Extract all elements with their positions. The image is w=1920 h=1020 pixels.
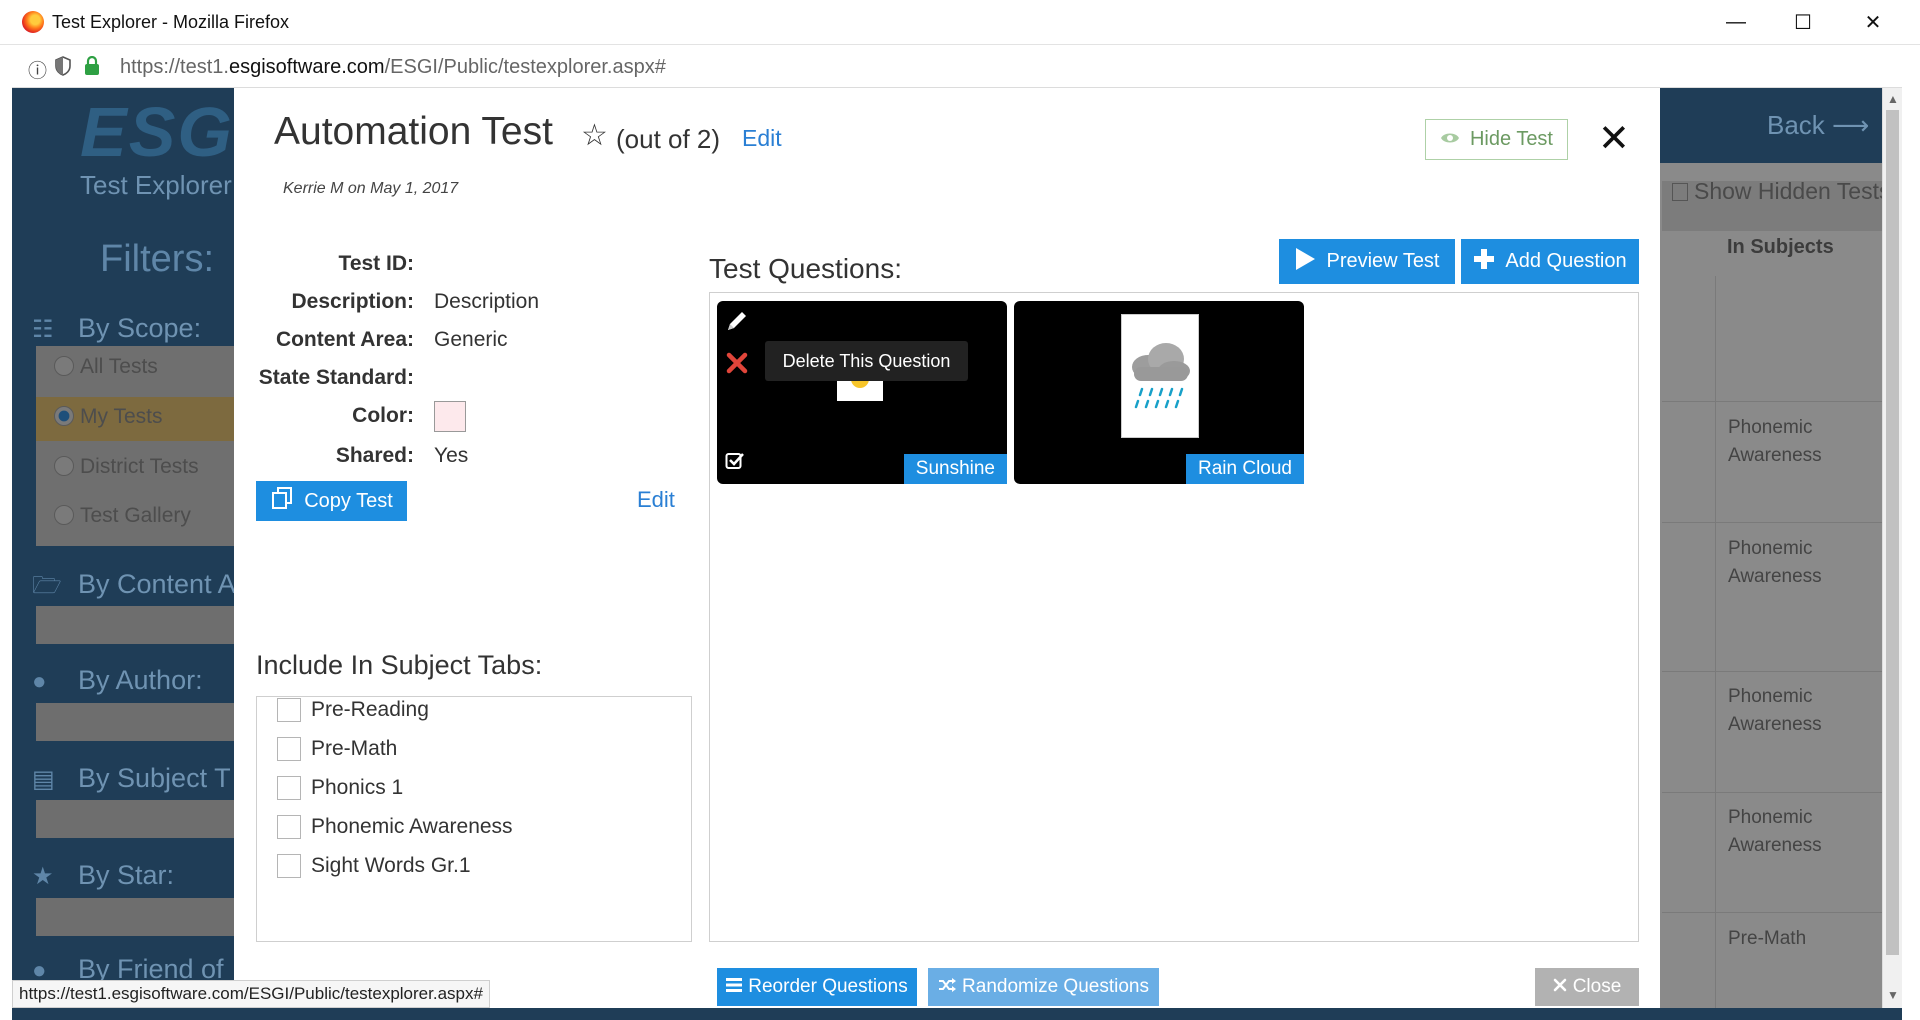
subject-checkbox-pre-math[interactable]: Pre-Math bbox=[277, 737, 397, 761]
scroll-thumb[interactable] bbox=[1886, 110, 1899, 955]
close-small-icon bbox=[1553, 976, 1567, 998]
url-text[interactable]: https://test1.esgisoftware.com/ESGI/Publ… bbox=[120, 56, 666, 79]
subject-tab-select bbox=[36, 800, 236, 838]
firefox-logo-icon bbox=[22, 11, 44, 33]
question-label: Sunshine bbox=[903, 454, 1007, 484]
test-details-modal: Automation Test ☆ (out of 2) Edit Kerrie… bbox=[234, 88, 1660, 1020]
plus-icon bbox=[1473, 248, 1495, 276]
close-modal-icon[interactable]: ✕ bbox=[1598, 120, 1630, 158]
shield-icon[interactable] bbox=[55, 56, 71, 82]
maximize-icon[interactable]: ☐ bbox=[1780, 6, 1826, 38]
bottom-strip bbox=[12, 1008, 1902, 1020]
shuffle-icon bbox=[938, 976, 957, 998]
url-bar[interactable]: ⓘ https://test1.esgisoftware.com/ESGI/Pu… bbox=[12, 46, 1902, 88]
status-bar-url: https://test1.esgisoftware.com/ESGI/Publ… bbox=[12, 980, 490, 1008]
color-swatch bbox=[434, 401, 466, 432]
in-subjects-header: In Subjects bbox=[1727, 236, 1834, 258]
table-cell-subject: Pre-Math bbox=[1728, 928, 1807, 949]
question-card[interactable]: Rain Cloud bbox=[1014, 301, 1304, 484]
reorder-questions-button[interactable]: Reorder Questions bbox=[717, 968, 917, 1006]
browser-titlebar: Test Explorer - Mozilla Firefox — ☐ ✕ bbox=[0, 0, 1920, 45]
scope-all-tests: All Tests bbox=[54, 355, 158, 379]
subject-checkbox-sight-words[interactable]: Sight Words Gr.1 bbox=[277, 854, 471, 878]
subject-checkbox-phonics-1[interactable]: Phonics 1 bbox=[277, 776, 403, 800]
description-label: Description: bbox=[291, 290, 414, 313]
content-area-select bbox=[36, 606, 236, 644]
eye-icon bbox=[1440, 128, 1460, 151]
test-id-label: Test ID: bbox=[338, 252, 414, 275]
minimize-icon[interactable]: — bbox=[1713, 6, 1759, 38]
author-select bbox=[36, 703, 236, 741]
edit-title-link[interactable]: Edit bbox=[742, 125, 782, 152]
scroll-down-icon[interactable]: ▼ bbox=[1887, 988, 1899, 1002]
star-select bbox=[36, 898, 236, 936]
copy-icon bbox=[270, 486, 294, 516]
user-icon: ● bbox=[32, 668, 47, 695]
star-icon: ★ bbox=[32, 863, 54, 890]
lock-icon[interactable] bbox=[84, 55, 100, 82]
copy-test-button[interactable]: Copy Test bbox=[256, 481, 407, 521]
info-icon[interactable]: ⓘ bbox=[28, 56, 47, 83]
shared-label: Shared: bbox=[335, 444, 414, 467]
filter-by-content-area: 🗁 By Content A bbox=[32, 568, 236, 609]
shared-value: Yes bbox=[434, 444, 469, 467]
close-button[interactable]: Close bbox=[1535, 968, 1639, 1006]
favorite-star-icon[interactable]: ☆ bbox=[581, 118, 608, 153]
question-card[interactable]: Sunshine bbox=[717, 301, 1007, 484]
pencil-icon[interactable] bbox=[725, 309, 749, 338]
play-icon bbox=[1294, 247, 1316, 277]
state-standard-label: State Standard: bbox=[258, 366, 414, 389]
show-hidden-tests: Show Hidden Tests bbox=[1672, 178, 1882, 205]
test-questions-title: Test Questions: bbox=[709, 253, 902, 284]
add-question-button[interactable]: Add Question bbox=[1461, 239, 1639, 284]
table-cell-subject: Phonemic Awareness bbox=[1728, 538, 1822, 587]
color-label: Color: bbox=[352, 404, 414, 427]
list-icon bbox=[726, 976, 743, 998]
back-link: Back ⟶ bbox=[1767, 110, 1870, 140]
page-scrollbar[interactable]: ▲ ▼ bbox=[1882, 88, 1902, 1008]
rain-cloud-image bbox=[1121, 314, 1199, 438]
preview-test-button[interactable]: Preview Test bbox=[1279, 239, 1455, 284]
filter-by-scope: ☷ By Scope: bbox=[32, 313, 202, 343]
book-icon: ▤ bbox=[32, 766, 55, 793]
folder-icon: 🗁 bbox=[32, 572, 62, 599]
subject-tabs-panel: Pre-Reading Pre-Math Phonics 1 Phonemic … bbox=[256, 696, 692, 942]
scope-district-tests: District Tests bbox=[54, 455, 199, 479]
description-value: Description bbox=[434, 290, 540, 313]
check-square-icon[interactable] bbox=[725, 451, 745, 476]
delete-question-icon[interactable] bbox=[726, 352, 748, 379]
edit-properties-link[interactable]: Edit bbox=[637, 487, 675, 513]
scope-test-gallery: Test Gallery bbox=[54, 504, 191, 528]
question-label: Rain Cloud bbox=[1186, 454, 1304, 484]
subject-checkbox-pre-reading[interactable]: Pre-Reading bbox=[277, 698, 429, 722]
hide-test-button[interactable]: Hide Test bbox=[1425, 119, 1568, 160]
filters-title: Filters: bbox=[100, 238, 214, 280]
filter-by-star: ★ By Star: bbox=[32, 860, 175, 890]
author-line: Kerrie M on May 1, 2017 bbox=[283, 180, 459, 197]
scroll-up-icon[interactable]: ▲ bbox=[1887, 92, 1899, 106]
content-area-value: Generic bbox=[434, 328, 508, 351]
background-subtitle: Test Explorer bbox=[80, 170, 232, 200]
question-count: (out of 2) bbox=[616, 124, 721, 154]
subject-tabs-title: Include In Subject Tabs: bbox=[256, 650, 543, 680]
filter-by-author: ● By Author: bbox=[32, 665, 203, 695]
randomize-questions-button[interactable]: Randomize Questions bbox=[928, 968, 1159, 1006]
table-cell-subject: Phonemic Awareness bbox=[1728, 807, 1822, 856]
filter-by-subject-tab: ▤ By Subject T bbox=[32, 763, 231, 793]
delete-question-tooltip: Delete This Question bbox=[765, 341, 968, 381]
close-icon[interactable]: ✕ bbox=[1850, 6, 1896, 38]
subject-checkbox-phonemic-awareness[interactable]: Phonemic Awareness bbox=[277, 815, 513, 839]
sitemap-icon: ☷ bbox=[32, 316, 54, 343]
esgi-logo: ESGI bbox=[80, 93, 256, 171]
table-cell-subject: Phonemic Awareness bbox=[1728, 417, 1822, 466]
window-title: Test Explorer - Mozilla Firefox bbox=[52, 12, 290, 32]
test-title: Automation Test bbox=[274, 110, 553, 153]
scope-my-tests: My Tests bbox=[54, 405, 162, 429]
content-area-label: Content Area: bbox=[275, 328, 414, 351]
table-cell-subject: Phonemic Awareness bbox=[1728, 686, 1822, 735]
